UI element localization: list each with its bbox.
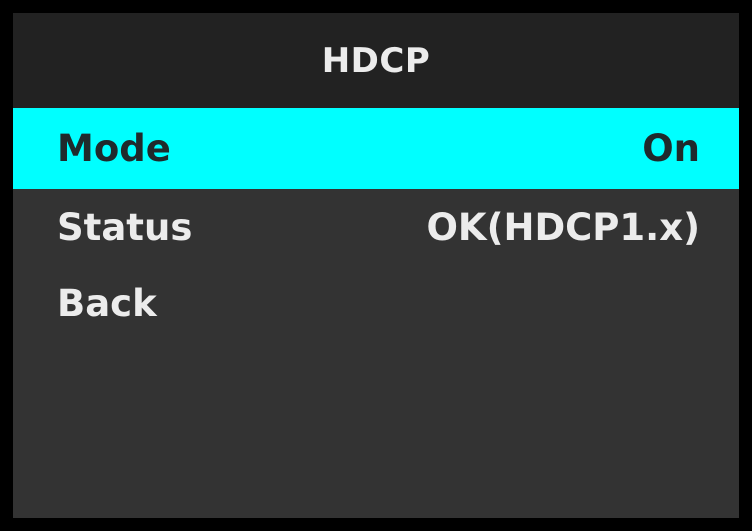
menu-item-status[interactable]: Status OK(HDCP1.x) — [13, 189, 739, 265]
menu-item-value: On — [642, 127, 700, 170]
menu-item-mode[interactable]: Mode On — [13, 108, 739, 189]
osd-menu-screen: HDCP Mode On Status OK(HDCP1.x) Back — [0, 0, 752, 531]
menu-item-value: OK(HDCP1.x) — [426, 205, 700, 249]
menu-item-label: Back — [57, 281, 157, 325]
menu-item-label: Mode — [57, 127, 171, 170]
menu-title: HDCP — [13, 13, 739, 108]
menu-item-label: Status — [57, 205, 193, 249]
menu-item-back[interactable]: Back — [13, 265, 739, 341]
